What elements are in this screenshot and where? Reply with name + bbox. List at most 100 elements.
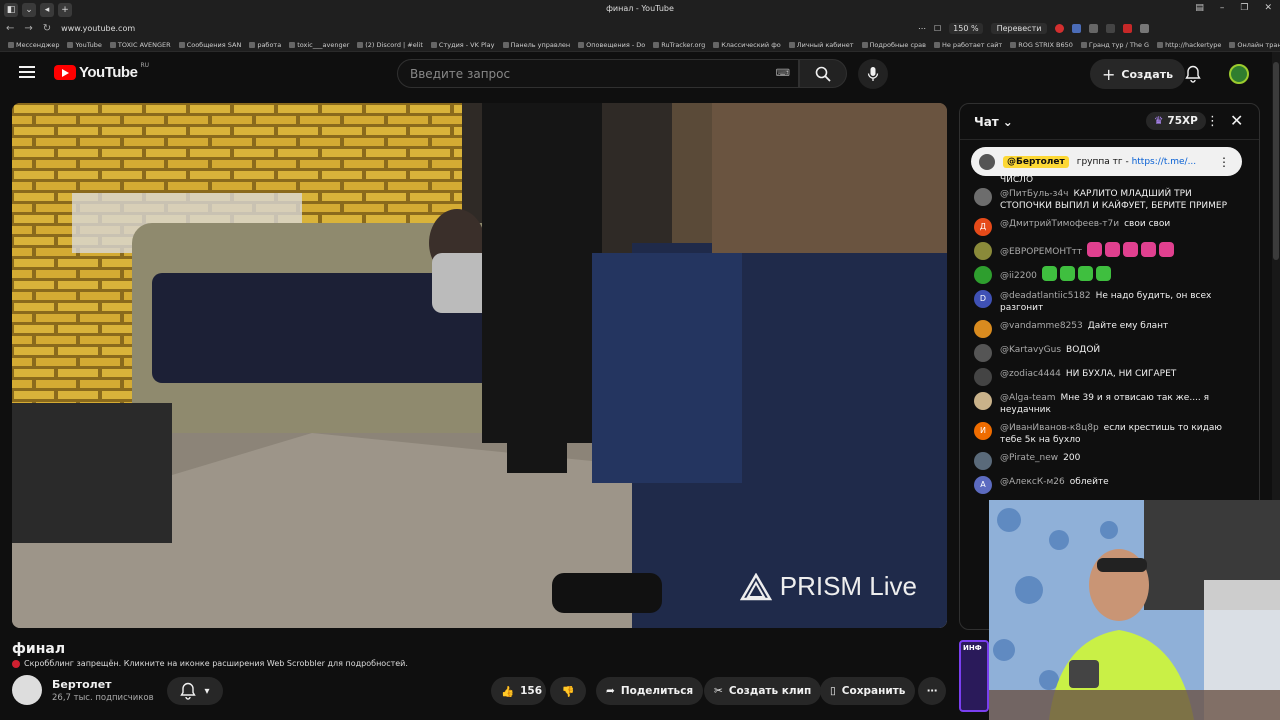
video-player[interactable]: PRISM Live [12, 103, 947, 628]
channel-name[interactable]: Бертолет [52, 678, 154, 691]
chat-author[interactable]: @zodiac4444 [1000, 369, 1061, 379]
extension-stop-icon[interactable] [1123, 24, 1133, 33]
search-input[interactable]: Введите запрос ⌨ [397, 59, 799, 88]
create-clip-button[interactable]: ✂ Создать клип [704, 677, 822, 705]
extension-gray-icon[interactable] [1106, 24, 1116, 33]
chat-message[interactable]: @KartavyGus ВОДОЙ [974, 344, 1246, 362]
xp-badge[interactable]: ♛ 75XP [1146, 112, 1206, 130]
pinned-message[interactable]: @Бертолет группа тг - https://t.me/... ⋮ [971, 147, 1242, 176]
restore-icon[interactable]: ❐ [1240, 3, 1248, 13]
account-avatar[interactable] [1229, 64, 1249, 84]
chat-text: Дайте ему блант [1087, 321, 1169, 331]
chat-message[interactable]: @vandamme8253 Дайте ему блант [974, 320, 1246, 338]
chat-more-icon[interactable]: ⋮ [1206, 114, 1219, 129]
save-button[interactable]: ▯ Сохранить [820, 677, 916, 705]
bookmark-manager-icon[interactable]: ▤ [1195, 3, 1204, 13]
emoji-icon [1059, 266, 1075, 281]
extension-red-icon[interactable] [1055, 24, 1065, 33]
like-button[interactable]: 👍 156 [491, 677, 546, 705]
extension-vk-icon[interactable] [1089, 24, 1099, 33]
window-title: финал - YouTube [606, 4, 674, 13]
chat-author[interactable]: @ii2200 [1000, 271, 1037, 281]
menu-icon[interactable] [19, 66, 35, 78]
pinned-more-icon[interactable]: ⋮ [1218, 155, 1230, 169]
bookmark-item[interactable]: http://hackertype [1157, 41, 1221, 49]
chat-message[interactable]: @ПитБуль-з4ч КАРЛИТО МЛАДШИЙ ТРИ СТОПОЧКИ… [974, 188, 1246, 212]
zoom-indicator[interactable]: 150 % [949, 23, 983, 34]
forward-icon[interactable]: → [24, 23, 32, 34]
bookmark-item[interactable]: (2) Discord | #elit [357, 41, 423, 49]
bookmark-item[interactable]: Студия - VK Play [431, 41, 495, 49]
notifications-button[interactable] [1185, 65, 1201, 87]
chat-mode-dropdown[interactable]: Чат ⌄ [974, 115, 1013, 129]
save-playlist-icon: ▯ [830, 685, 836, 697]
chat-messages[interactable]: ЧИСЛО @ПитБуль-з4ч КАРЛИТО МЛАДШИЙ ТРИ СТ… [960, 174, 1259, 500]
extension-wallet-icon[interactable] [1140, 24, 1150, 33]
chat-author[interactable]: @Pirate_new [1000, 453, 1058, 463]
chat-author[interactable]: @KartavyGus [1000, 345, 1061, 355]
chat-author[interactable]: @ПитБуль-з4ч [1000, 189, 1069, 199]
chat-author[interactable]: @АлексК-м26 [1000, 477, 1065, 487]
extension-blue-icon[interactable] [1072, 24, 1082, 33]
chat-author[interactable]: @deadatlantiic5182 [1000, 291, 1091, 301]
bookmark-item[interactable]: TOXIC AVENGER [110, 41, 171, 49]
chat-message[interactable]: @ii2200 [974, 266, 1246, 284]
chat-author[interactable]: @ЕВРОРЕМОНТтт [1000, 247, 1082, 257]
chat-message[interactable]: Д @ДмитрийТимофеев-т7и свои свои [974, 218, 1246, 236]
chat-message[interactable]: И @ИванИванов-к8ц8р если крестишь то кидаю… [974, 422, 1246, 446]
bookmark-item[interactable]: Не работает сайт [934, 41, 1002, 49]
bookmarks-bar: Мессенджер YouTube TOXIC AVENGER Сообщения … [0, 38, 1280, 52]
chat-author[interactable]: @ДмитрийТимофеев-т7и [1000, 219, 1119, 229]
close-chat-icon[interactable]: ✕ [1230, 111, 1243, 130]
close-window-icon[interactable]: ✕ [1264, 3, 1272, 13]
bookmark-item[interactable]: Оповещения - Do [578, 41, 645, 49]
bookmark-item[interactable]: Панель управлен [503, 41, 571, 49]
pinned-link[interactable]: https://t.me/... [1132, 157, 1197, 167]
tab-menu-icon[interactable]: ⌄ [22, 2, 36, 17]
back-icon[interactable]: ← [6, 23, 14, 34]
chat-author-avatar [974, 320, 992, 338]
more-icon[interactable]: ⋯ [918, 24, 926, 33]
minimize-icon[interactable]: – [1220, 3, 1225, 13]
dislike-button[interactable]: 👎 [550, 677, 586, 705]
bookmark-item[interactable]: toxic___avenger [289, 41, 349, 49]
youtube-logo[interactable]: YouTube RU [54, 62, 149, 81]
bookmark-item[interactable]: Классический фо [713, 41, 781, 49]
chat-author[interactable]: @Alga-team [1000, 393, 1055, 403]
chat-message[interactable]: @Alga-team Мне 39 и я отвисаю так же.... … [974, 392, 1246, 416]
url-field[interactable]: www.youtube.com [61, 24, 135, 33]
translate-button[interactable]: Перевести [990, 23, 1048, 34]
more-actions-button[interactable]: ⋯ [918, 677, 946, 705]
bookmark-item[interactable]: Подробные срав [862, 41, 926, 49]
channel-info: Бертолет 26,7 тыс. подписчиков [12, 675, 154, 705]
keyboard-icon[interactable]: ⌨ [776, 68, 790, 79]
new-tab-icon[interactable]: + [58, 2, 72, 17]
bookmark-item[interactable]: Онлайн трансля [1229, 41, 1280, 49]
chat-message[interactable]: @zodiac4444 НИ БУХЛА, НИ СИГАРЕТ [974, 368, 1246, 386]
bookmark-item[interactable]: Гранд тур / The G [1081, 41, 1149, 49]
chat-message[interactable]: D @deadatlantiic5182 Не надо будить, он вс… [974, 290, 1246, 314]
chat-message[interactable]: А @АлексК-м26 облейте [974, 476, 1246, 494]
bookmark-item[interactable]: YouTube [67, 41, 101, 49]
sidebar-toggle-icon[interactable]: ◧ [4, 2, 18, 17]
promo-banner[interactable]: ИНФ [959, 640, 989, 712]
chat-author[interactable]: @ИванИванов-к8ц8р [1000, 423, 1099, 433]
bookmark-item[interactable]: Мессенджер [8, 41, 59, 49]
reload-icon[interactable]: ↻ [43, 23, 51, 34]
bookmark-item[interactable]: RuTracker.org [653, 41, 705, 49]
create-button[interactable]: + Создать [1090, 59, 1186, 89]
share-button[interactable]: ➦ Поделиться [596, 677, 704, 705]
chat-message[interactable]: @Pirate_new 200 [974, 452, 1246, 470]
chat-author[interactable]: @vandamme8253 [1000, 321, 1083, 331]
bookmark-icon[interactable]: ☐ [934, 24, 941, 33]
bookmark-item[interactable]: Сообщения SAN [179, 41, 242, 49]
bookmark-item[interactable]: Личный кабинет [789, 41, 854, 49]
voice-search-button[interactable] [858, 59, 888, 89]
search-button[interactable] [799, 59, 847, 88]
back-tab-icon[interactable]: ◂ [40, 2, 54, 17]
channel-avatar[interactable] [12, 675, 42, 705]
bookmark-item[interactable]: работа [249, 41, 281, 49]
subscription-bell-button[interactable]: ▾ [167, 677, 223, 705]
chat-message[interactable]: @ЕВРОРЕМОНТтт [974, 242, 1246, 260]
bookmark-item[interactable]: ROG STRIX B650 [1010, 41, 1073, 49]
